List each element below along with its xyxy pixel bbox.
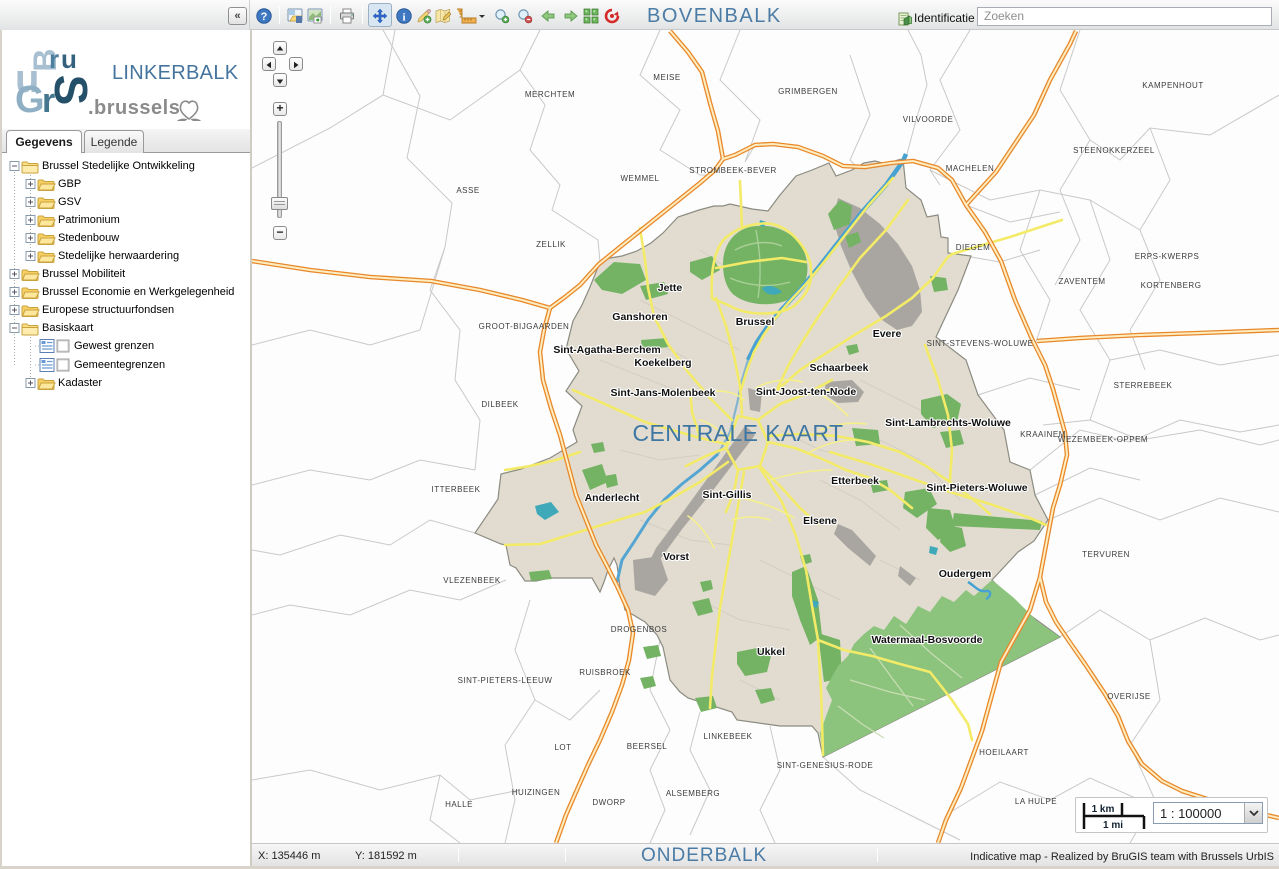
svg-text:Etterbeek: Etterbeek <box>831 475 879 487</box>
svg-text:?: ? <box>261 11 268 23</box>
svg-text:Evere: Evere <box>873 328 902 340</box>
svg-text:HUIZINGEN: HUIZINGEN <box>512 788 561 797</box>
svg-text:Sint-Lambrechts-Woluwe: Sint-Lambrechts-Woluwe <box>885 417 1011 429</box>
svg-text:1 mi: 1 mi <box>1103 820 1123 831</box>
svg-text:CENTRALE KAART: CENTRALE KAART <box>633 420 844 446</box>
svg-text:ALSEMBERG: ALSEMBERG <box>666 789 720 798</box>
svg-text:DWORP: DWORP <box>592 798 625 807</box>
svg-text:Sint-Joost-ten-Node: Sint-Joost-ten-Node <box>756 386 856 398</box>
svg-text:ERPS-KWERPS: ERPS-KWERPS <box>1135 252 1200 261</box>
svg-text:Oudergem: Oudergem <box>939 568 992 580</box>
svg-text:MERCHTEM: MERCHTEM <box>525 90 575 99</box>
svg-text:OVERIJSE: OVERIJSE <box>1107 692 1151 701</box>
svg-text:SINT-STEVENS-WOLUWE: SINT-STEVENS-WOLUWE <box>927 339 1034 348</box>
svg-text:DILBEEK: DILBEEK <box>481 400 518 409</box>
svg-text:u: u <box>61 44 77 74</box>
svg-text:i: i <box>402 12 405 24</box>
svg-text:Sint-Gillis: Sint-Gillis <box>702 489 751 501</box>
svg-text:Koekelberg: Koekelberg <box>634 357 691 369</box>
svg-text:r: r <box>49 44 59 74</box>
svg-text:G: G <box>15 79 45 118</box>
svg-text:STROMBEEK-BEVER: STROMBEEK-BEVER <box>689 166 777 175</box>
svg-text:BEERSEL: BEERSEL <box>627 742 667 751</box>
svg-text:1 km: 1 km <box>1092 804 1115 815</box>
svg-text:MACHELEN: MACHELEN <box>946 164 994 173</box>
svg-text:TERVUREN: TERVUREN <box>1082 550 1130 559</box>
svg-text:ASSE: ASSE <box>456 186 479 195</box>
svg-text:Elsene: Elsene <box>803 515 837 527</box>
svg-text:SINT-GENESIUS-RODE: SINT-GENESIUS-RODE <box>777 761 874 770</box>
svg-text:Watermaal-Bosvoorde: Watermaal-Bosvoorde <box>871 634 982 646</box>
svg-text:HOEILAART: HOEILAART <box>979 748 1029 757</box>
svg-text:STERREBEEK: STERREBEEK <box>1114 381 1173 390</box>
svg-text:LA HULPE: LA HULPE <box>1015 797 1057 806</box>
svg-text:Ukkel: Ukkel <box>757 646 785 658</box>
svg-text:VILVOORDE: VILVOORDE <box>903 115 954 124</box>
svg-text:STEENOKKERZEEL: STEENOKKERZEEL <box>1073 146 1155 155</box>
svg-text:Schaarbeek: Schaarbeek <box>810 362 869 374</box>
svg-text:KAMPENHOUT: KAMPENHOUT <box>1142 81 1203 90</box>
svg-text:ZAVENTEM: ZAVENTEM <box>1059 277 1106 286</box>
svg-text:DROGENBOS: DROGENBOS <box>611 625 668 634</box>
svg-text:Sint-Pieters-Woluwe: Sint-Pieters-Woluwe <box>926 482 1027 494</box>
svg-text:SINT-PIETERS-LEEUW: SINT-PIETERS-LEEUW <box>458 676 553 685</box>
svg-text:HALLE: HALLE <box>445 800 473 809</box>
svg-text:Brussel: Brussel <box>736 316 775 328</box>
svg-text:Sint-Jans-Molenbeek: Sint-Jans-Molenbeek <box>610 387 715 399</box>
svg-text:WEZEMBEEK-OPPEM: WEZEMBEEK-OPPEM <box>1058 435 1148 444</box>
svg-text:MEISE: MEISE <box>653 73 680 82</box>
svg-text:Ganshoren: Ganshoren <box>612 311 667 323</box>
svg-text:ITTERBEEK: ITTERBEEK <box>432 485 481 494</box>
svg-text:ZELLIK: ZELLIK <box>536 240 566 249</box>
svg-text:VLEZENBEEK: VLEZENBEEK <box>443 576 501 585</box>
svg-text:Vorst: Vorst <box>663 551 690 563</box>
svg-text:KORTENBERG: KORTENBERG <box>1141 281 1202 290</box>
svg-text:RUISBROEK: RUISBROEK <box>579 668 631 677</box>
svg-text:LINKEBEEK: LINKEBEEK <box>704 732 753 741</box>
svg-text:DIEGEM: DIEGEM <box>956 243 991 252</box>
svg-text:Anderlecht: Anderlecht <box>585 492 640 504</box>
svg-text:Jette: Jette <box>658 282 683 294</box>
svg-text:GRIMBERGEN: GRIMBERGEN <box>778 87 838 96</box>
svg-text:WEMMEL: WEMMEL <box>621 174 660 183</box>
svg-text:GROOT-BIJGAARDEN: GROOT-BIJGAARDEN <box>479 322 570 331</box>
svg-text:LOT: LOT <box>554 743 571 752</box>
svg-text:S: S <box>45 75 93 106</box>
svg-text:Sint-Agatha-Berchem: Sint-Agatha-Berchem <box>553 344 660 356</box>
